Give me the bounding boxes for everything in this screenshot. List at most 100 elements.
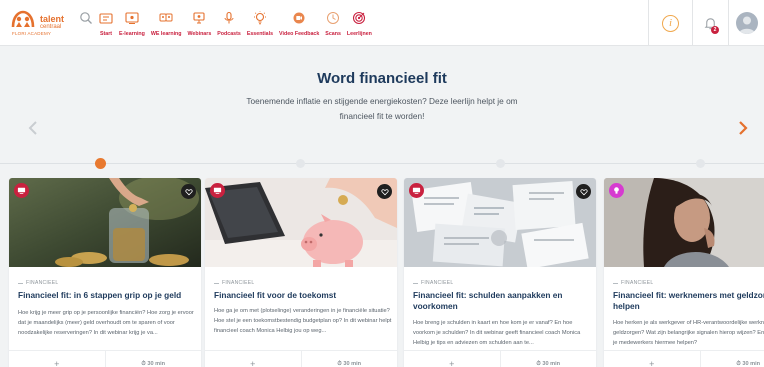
heart-icon bbox=[184, 188, 193, 195]
target-icon bbox=[353, 11, 366, 25]
card-title[interactable]: Financieel fit: schulden aanpakken en vo… bbox=[413, 290, 591, 312]
duration-label: ⏱ 30 min bbox=[736, 361, 761, 367]
chevron-right-icon[interactable] bbox=[736, 120, 750, 136]
learning-card[interactable]: FINANCIEEL Financieel fit: schulden aanp… bbox=[404, 178, 596, 367]
nav-essentials[interactable]: Essentials bbox=[244, 8, 276, 42]
nav-label: E-learning bbox=[119, 31, 145, 37]
duration-value: 30 min bbox=[343, 361, 362, 367]
logo-mark-icon bbox=[11, 10, 35, 28]
add-to-list-button[interactable]: + bbox=[9, 351, 105, 367]
card-title[interactable]: Financieel fit voor de toekomst bbox=[214, 290, 392, 301]
category-dash bbox=[613, 282, 618, 284]
timeline-step-active[interactable] bbox=[94, 158, 106, 169]
duration-label: ⏱ 30 min bbox=[337, 361, 362, 367]
card-footer: + ⏱ 30 min bbox=[604, 350, 764, 367]
bulb-icon bbox=[614, 187, 619, 194]
plus-icon: + bbox=[649, 359, 655, 367]
duration-label: ⏱ 30 min bbox=[536, 361, 561, 367]
card-title[interactable]: Financieel fit: in 6 stappen grip op je … bbox=[18, 290, 196, 301]
learning-card[interactable]: FINANCIEEL Financieel fit: in 6 stappen … bbox=[9, 178, 201, 367]
add-to-list-button[interactable]: + bbox=[604, 351, 700, 367]
nav-label: WE learning bbox=[150, 31, 182, 37]
category-dash bbox=[413, 282, 418, 284]
nav-podcasts[interactable]: Podcasts bbox=[214, 8, 244, 42]
user-icon bbox=[739, 16, 755, 34]
webinar-icon bbox=[193, 12, 205, 24]
nav-label: Essentials bbox=[246, 31, 274, 37]
timeline-step[interactable] bbox=[495, 159, 505, 168]
timeline-step[interactable] bbox=[295, 159, 305, 168]
category-label: FINANCIEEL bbox=[26, 280, 59, 286]
page-title: Word financieel fit bbox=[317, 70, 447, 87]
card-description: Hoe krijg je meer grip op je persoonlijk… bbox=[18, 310, 194, 336]
card-image bbox=[205, 178, 397, 267]
chevron-left-icon[interactable] bbox=[27, 120, 41, 136]
nav-search[interactable] bbox=[76, 8, 96, 42]
card-type-badge bbox=[14, 183, 29, 198]
card-description: Hoe breng je schulden in kaart en hoe ko… bbox=[413, 320, 581, 346]
card-footer: + ⏱ 30 min bbox=[205, 350, 397, 367]
video-feedback-icon bbox=[293, 12, 305, 24]
nav-start[interactable]: Start bbox=[96, 8, 116, 42]
nav-leerlijnen[interactable]: Leerlijnen bbox=[344, 8, 375, 42]
nav-video-feedback[interactable]: Video Feedback bbox=[276, 8, 322, 42]
learning-card[interactable]: FINANCIEEL Financieel fit: werknemers me… bbox=[604, 178, 764, 367]
top-header: talent centraal FLORI ACADEMY Start E-le… bbox=[0, 0, 764, 46]
card-category: FINANCIEEL bbox=[613, 280, 653, 286]
category-dash bbox=[18, 282, 23, 284]
card-type-badge bbox=[609, 183, 624, 198]
duration: ⏱ 30 min bbox=[699, 351, 764, 367]
nav-webinars[interactable]: Webinars bbox=[185, 8, 215, 42]
plus-icon: + bbox=[449, 359, 455, 367]
favorite-button[interactable] bbox=[377, 184, 392, 199]
webinar-icon bbox=[213, 187, 222, 195]
nav-label: Webinars bbox=[187, 31, 212, 37]
card-footer: + ⏱ 30 min bbox=[9, 350, 201, 367]
brand-tagline: FLORI ACADEMY bbox=[12, 31, 52, 36]
add-to-list-button[interactable]: + bbox=[205, 351, 301, 367]
timeline-track bbox=[0, 163, 764, 164]
favorite-button[interactable] bbox=[181, 184, 196, 199]
add-to-list-button[interactable]: + bbox=[404, 351, 500, 367]
bills-paperwork-image bbox=[404, 178, 596, 267]
notifications-button[interactable]: 2 bbox=[692, 0, 728, 46]
nav-we-learning[interactable]: WE learning bbox=[148, 8, 185, 42]
webinar-icon bbox=[17, 187, 26, 195]
duration: ⏱ 30 min bbox=[104, 351, 202, 367]
webinar-icon bbox=[412, 187, 421, 195]
plus-icon: + bbox=[54, 359, 60, 367]
essentials-icon bbox=[253, 11, 266, 25]
scans-icon bbox=[327, 12, 340, 24]
info-icon: i bbox=[662, 14, 679, 32]
podcast-icon bbox=[224, 11, 234, 24]
heart-icon bbox=[380, 188, 389, 195]
logo[interactable]: talent centraal FLORI ACADEMY bbox=[10, 8, 68, 40]
profile-button[interactable] bbox=[728, 0, 764, 46]
category-dash bbox=[214, 282, 219, 284]
page-description: Toenemende inflatie en stijgende energie… bbox=[246, 96, 518, 121]
info-button[interactable]: i bbox=[648, 0, 692, 46]
page: talent centraal FLORI ACADEMY Start E-le… bbox=[0, 0, 764, 367]
card-category: FINANCIEEL bbox=[413, 280, 453, 286]
duration: ⏱ 30 min bbox=[300, 351, 398, 367]
timeline-step[interactable] bbox=[695, 159, 705, 168]
plus-icon: + bbox=[250, 359, 256, 367]
learning-card[interactable]: FINANCIEEL Financieel fit voor de toekom… bbox=[205, 178, 397, 367]
duration-value: 30 min bbox=[147, 361, 166, 367]
favorite-button[interactable] bbox=[576, 184, 591, 199]
card-title[interactable]: Financieel fit: werknemers met geldzorge… bbox=[613, 290, 764, 312]
nav-scans[interactable]: Scans bbox=[322, 8, 344, 42]
nav-label: Video Feedback bbox=[279, 31, 320, 37]
notification-badge: 2 bbox=[711, 26, 719, 34]
e-learning-icon bbox=[125, 12, 139, 24]
nav-label: Leerlijnen bbox=[346, 31, 372, 37]
nav-label: Scans bbox=[325, 31, 341, 37]
card-type-badge bbox=[210, 183, 225, 198]
category-label: FINANCIEEL bbox=[421, 280, 454, 286]
brand-name: talent bbox=[40, 14, 65, 24]
home-icon bbox=[99, 13, 113, 24]
card-description: Hoe ga je om met (plotselinge) veranderi… bbox=[214, 308, 392, 334]
duration-value: 30 min bbox=[542, 361, 561, 367]
coins-jar-image bbox=[9, 178, 201, 267]
nav-e-learning[interactable]: E-learning bbox=[116, 8, 148, 42]
